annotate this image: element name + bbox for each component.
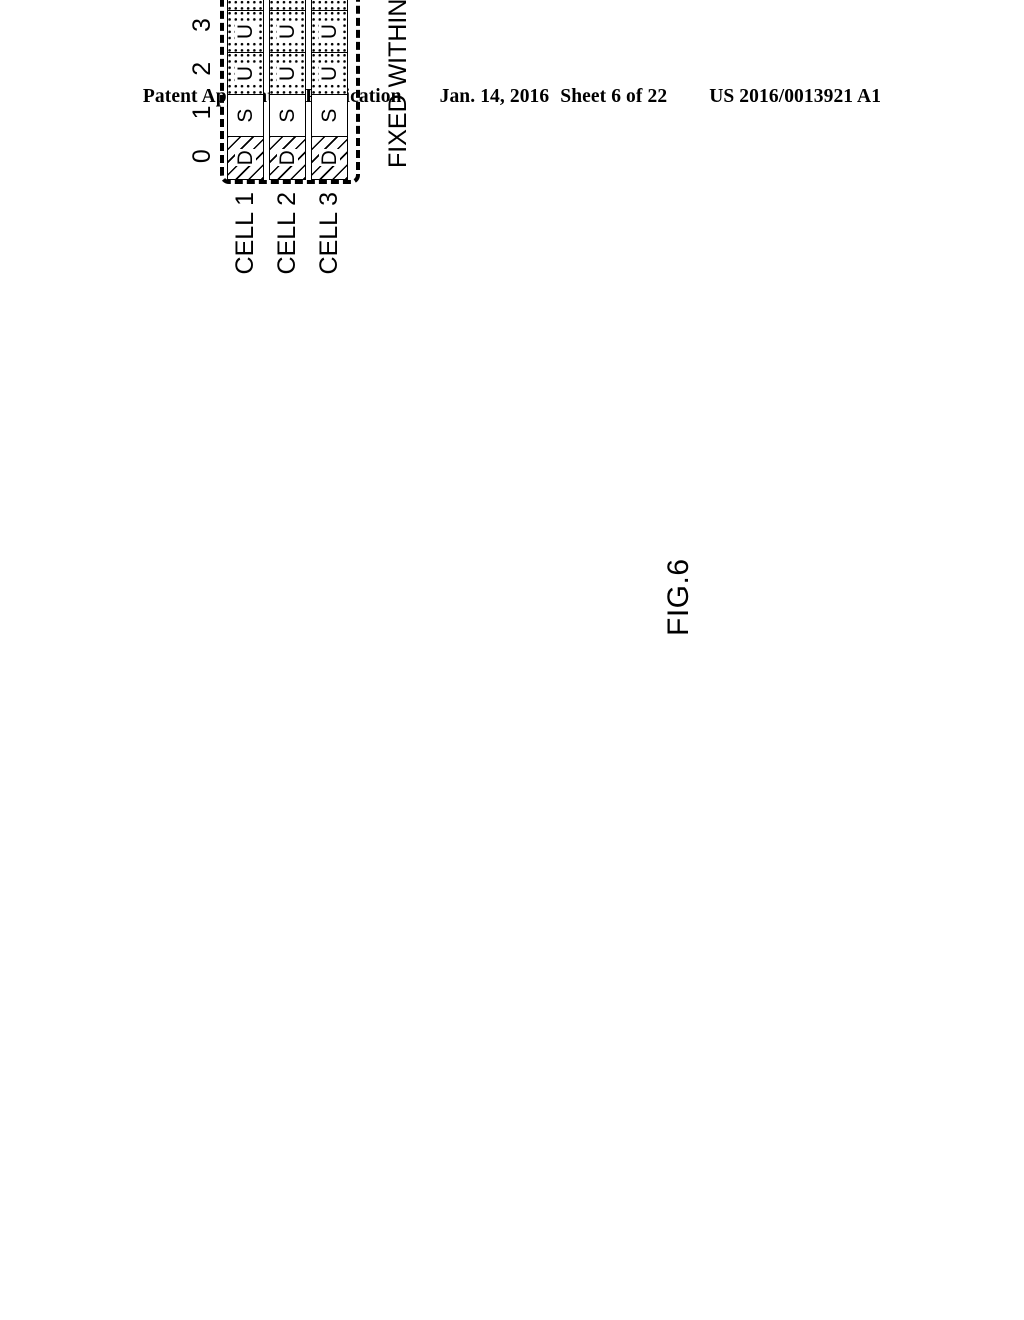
subframe-slot: U [227, 0, 264, 12]
subframe-index: 3 [188, 18, 216, 33]
cell-row: CELL 3 D S U U U D D D D D ACTUAL DL/UL … [311, 0, 348, 274]
subframe-index: 1 [188, 105, 216, 120]
subframe-slot-label: U [318, 22, 341, 41]
subframe-slot-label: U [318, 64, 341, 83]
subframe-slot-label: U [276, 64, 299, 83]
figure-label: FIG.6 [662, 558, 695, 636]
subframe-index: 2 [188, 61, 216, 76]
subframe-slot: U [311, 0, 348, 12]
subframe-slot: U [227, 9, 264, 54]
subframe-slot: D [311, 135, 348, 180]
cell-label: CELL 2 [273, 192, 301, 275]
cell-row: CELL 2 D S U U U D S U U U ACTUAL DL/UL … [269, 0, 306, 274]
cell-label: CELL 3 [315, 192, 343, 275]
subframe-slot-label: D [234, 149, 257, 167]
subframe-slot-label: U [276, 22, 299, 41]
cell-row: CELL 1 D S U U U D S U U U ACTUAL DL/UL … [227, 0, 264, 274]
subframe-slot-label: U [234, 22, 257, 41]
subframe-slot: U [227, 51, 264, 96]
fixed-within-cluster-caption: FIXED WITHIN CLUSTER [384, 0, 412, 168]
subframe-index: 4 [187, 0, 217, 3]
subframe-slot: S [311, 93, 348, 138]
subframe-slot: S [269, 93, 306, 138]
figure-drawing: 0 1 2 3 4 5 6 7 8 9 CELL 1 D S U [0, 0, 1024, 1320]
subframe-slot: D [227, 135, 264, 180]
subframe-index: 0 [188, 149, 216, 164]
subframe-slot: U [269, 9, 306, 54]
subframe-slot-label: U [234, 64, 257, 83]
subframe-slot-label: S [318, 108, 341, 123]
subframe-configuration-schematic: 0 1 2 3 4 5 6 7 8 9 CELL 1 D S U [62, 0, 582, 400]
subframe-slot: S [227, 93, 264, 138]
subframe-slot-label: S [234, 108, 257, 123]
cell-label: CELL 1 [231, 192, 259, 275]
subframe-slot: U [269, 51, 306, 96]
subframe-slot: U [311, 51, 348, 96]
subframe-slot: U [269, 0, 306, 12]
subframe-slot-label: D [318, 149, 341, 167]
subframe-slot-label: S [276, 108, 299, 123]
subframe-slot: D [269, 135, 306, 180]
subframe-slot: U [311, 9, 348, 54]
subframe-index-row: 0 1 2 3 4 5 6 7 8 9 [187, 0, 217, 178]
subframe-slot-label: D [276, 149, 299, 167]
